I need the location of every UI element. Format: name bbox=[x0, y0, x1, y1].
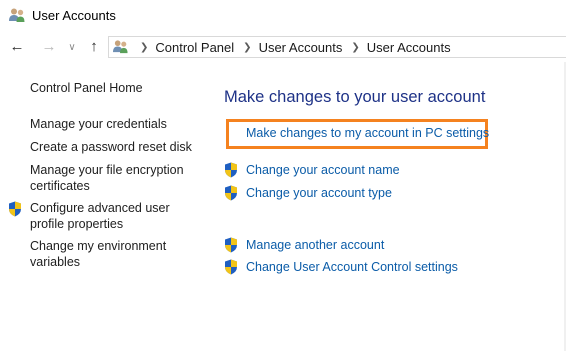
sidebar-link-manage-credentials[interactable]: Manage your credentials bbox=[30, 116, 205, 132]
sidebar-link-file-encryption-certificates[interactable]: Manage your file encryption certificates bbox=[30, 162, 205, 194]
sidebar-item-advanced-profile[interactable]: Configure advanced user profile properti… bbox=[9, 200, 205, 232]
chevron-right-icon[interactable]: ❯ bbox=[234, 42, 258, 53]
uac-shield-icon bbox=[225, 185, 237, 201]
breadcrumb: ❯ Control Panel ❯ User Accounts ❯ User A… bbox=[131, 37, 451, 57]
page-title: Make changes to your user account bbox=[224, 88, 486, 106]
sidebar-link-advanced-profile-label[interactable]: Configure advanced user profile properti… bbox=[30, 201, 170, 231]
sidebar-link-control-panel-home[interactable]: Control Panel Home bbox=[30, 80, 205, 96]
task-label[interactable]: Manage another account bbox=[246, 238, 384, 252]
task-label[interactable]: Change your account name bbox=[246, 163, 400, 177]
chevron-down-icon[interactable]: ∨ bbox=[66, 39, 78, 57]
sidebar-link-password-reset-disk[interactable]: Create a password reset disk bbox=[30, 139, 205, 155]
address-bar[interactable]: ❯ Control Panel ❯ User Accounts ❯ User A… bbox=[108, 36, 566, 58]
sidebar-link-environment-variables[interactable]: Change my environment variables bbox=[30, 238, 205, 270]
uac-shield-icon bbox=[225, 162, 237, 178]
up-arrow-icon[interactable]: ↑ bbox=[86, 38, 102, 56]
pc-settings-link[interactable]: Make changes to my account in PC setting… bbox=[246, 126, 489, 140]
uac-shield-icon bbox=[225, 237, 237, 253]
users-icon bbox=[9, 8, 25, 22]
window-title: User Accounts bbox=[32, 8, 116, 23]
uac-shield-icon bbox=[9, 201, 21, 217]
uac-shield-icon bbox=[225, 259, 237, 275]
title-bar: User Accounts bbox=[0, 0, 566, 32]
task-label[interactable]: Change User Account Control settings bbox=[246, 260, 458, 274]
chevron-right-icon[interactable]: ❯ bbox=[131, 42, 155, 53]
back-arrow-icon[interactable]: ← bbox=[8, 38, 26, 56]
breadcrumb-user-accounts[interactable]: User Accounts bbox=[259, 40, 343, 55]
navigation-bar: ← → ∨ ↑ ❯ Control Panel ❯ User Accounts … bbox=[0, 32, 566, 62]
breadcrumb-control-panel[interactable]: Control Panel bbox=[155, 40, 234, 55]
forward-arrow-icon[interactable]: → bbox=[40, 38, 58, 56]
breadcrumb-user-accounts-current[interactable]: User Accounts bbox=[367, 40, 451, 55]
task-label[interactable]: Change your account type bbox=[246, 186, 392, 200]
chevron-right-icon[interactable]: ❯ bbox=[342, 42, 366, 53]
users-icon bbox=[113, 40, 128, 54]
